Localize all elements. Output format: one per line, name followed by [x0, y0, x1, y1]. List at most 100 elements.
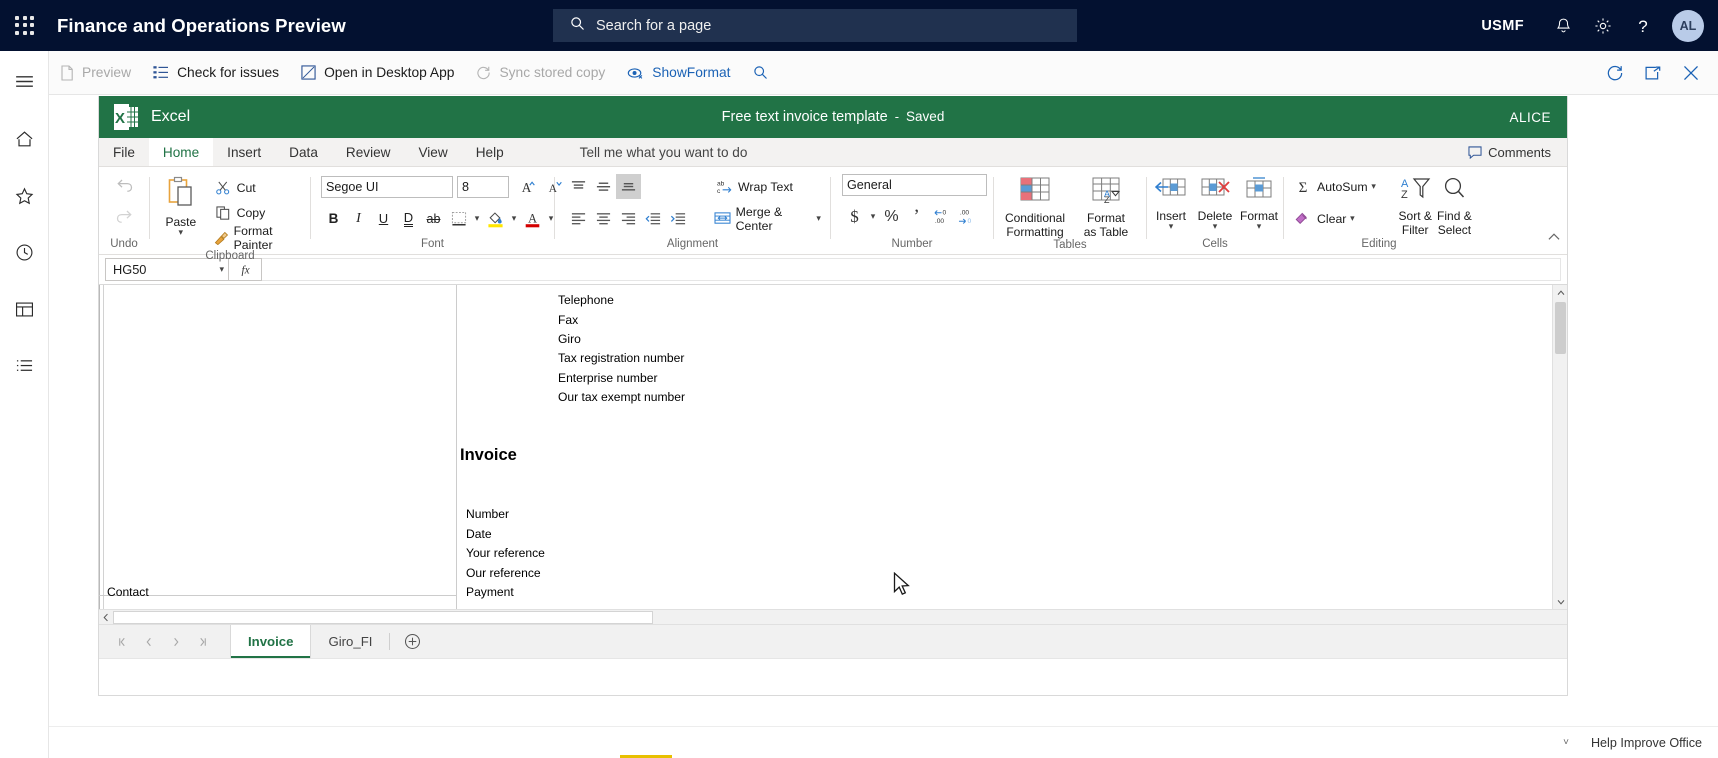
scroll-left-arrow-icon[interactable] [99, 610, 113, 624]
increase-font-size-button[interactable]: A [513, 174, 538, 199]
accounting-caret-icon[interactable]: ▾ [867, 211, 879, 222]
comments-button[interactable]: Comments [1460, 141, 1559, 164]
document-title[interactable]: Free text invoice template [722, 109, 888, 125]
paste-caret-icon[interactable]: ▾ [179, 228, 184, 237]
middle-align-button[interactable] [591, 174, 616, 199]
gear-icon[interactable] [1586, 9, 1620, 43]
scroll-up-arrow-icon[interactable] [1553, 285, 1567, 300]
merge-center-caret-icon[interactable]: ▾ [813, 213, 824, 224]
next-sheet-button[interactable] [162, 625, 189, 659]
accounting-format-button[interactable]: $ [842, 204, 867, 229]
sheet-tab-giro-fi[interactable]: Giro_FI [311, 625, 389, 658]
sheet-tab-invoice[interactable]: Invoice [230, 625, 312, 658]
open-in-desktop-app-button[interactable]: Open in Desktop App [290, 51, 465, 95]
strikethrough-button[interactable]: ab [421, 206, 446, 231]
clear-caret-icon[interactable]: ▾ [1346, 213, 1358, 224]
format-painter-button[interactable]: Format Painter [212, 224, 310, 252]
format-as-table-button[interactable]: A Z Format as Table [1071, 174, 1141, 239]
showformat-button[interactable]: ShowFormat [616, 51, 741, 95]
insert-caret-icon[interactable]: ▾ [1169, 222, 1174, 231]
tab-file[interactable]: File [99, 138, 149, 166]
horizontal-scrollbar-track[interactable] [113, 610, 1567, 624]
percent-format-button[interactable]: % [879, 204, 904, 229]
scroll-down-arrow-icon[interactable] [1553, 594, 1567, 609]
underline-button[interactable]: U [371, 206, 396, 231]
insert-cells-button[interactable]: Insert ▾ [1149, 174, 1193, 231]
close-icon[interactable] [1672, 51, 1710, 95]
tab-insert[interactable]: Insert [213, 138, 275, 166]
font-color-button[interactable]: A [520, 206, 545, 231]
sync-stored-copy-button[interactable]: Sync stored copy [465, 51, 616, 95]
vertical-scrollbar[interactable] [1552, 285, 1567, 609]
workspace-icon[interactable] [0, 288, 49, 331]
sheet-canvas[interactable]: Telephone Fax Giro Tax registration numb… [99, 285, 1567, 609]
delete-caret-icon[interactable]: ▾ [1213, 222, 1218, 231]
footer-chevron-icon[interactable]: ˅ [1563, 737, 1569, 748]
tab-home[interactable]: Home [148, 138, 214, 166]
home-icon[interactable] [0, 117, 49, 160]
preview-button[interactable]: Preview [49, 51, 142, 95]
chevron-down-icon[interactable]: ▾ [219, 264, 224, 275]
double-underline-button[interactable]: D [396, 206, 421, 231]
font-name-input[interactable] [321, 175, 453, 198]
tab-data[interactable]: Data [275, 138, 332, 166]
fill-color-caret-icon[interactable]: ▾ [508, 213, 520, 224]
horizontal-scrollbar-thumb[interactable] [113, 610, 653, 624]
top-align-button[interactable] [566, 174, 591, 199]
formula-input[interactable] [262, 258, 1561, 281]
format-cells-button[interactable]: Format ▾ [1237, 174, 1281, 231]
clear-button[interactable]: Clear ▾ [1292, 206, 1386, 231]
center-button[interactable] [591, 206, 616, 231]
wrap-text-button[interactable]: ab c Wrap Text [713, 174, 830, 199]
comma-style-button[interactable]: ’ [904, 204, 929, 229]
vertical-scrollbar-thumb[interactable] [1555, 302, 1566, 354]
autosum-caret-icon[interactable]: ▾ [1368, 181, 1380, 192]
number-format-input[interactable] [842, 174, 987, 196]
first-sheet-button[interactable] [108, 625, 135, 659]
borders-button[interactable] [446, 206, 471, 231]
sort-filter-button[interactable]: A Z Sort & Filter [1396, 174, 1435, 237]
autosum-button[interactable]: Σ AutoSum ▾ [1292, 174, 1386, 199]
delete-cells-button[interactable]: Delete ▾ [1193, 174, 1237, 231]
search-input[interactable]: Search for a page [553, 9, 1077, 42]
bold-button[interactable]: B [321, 206, 346, 231]
decrease-indent-button[interactable] [641, 206, 666, 231]
font-size-input[interactable] [457, 175, 509, 198]
align-left-button[interactable] [566, 206, 591, 231]
conditional-formatting-button[interactable]: Conditional Formatting [999, 174, 1071, 239]
paste-button[interactable]: Paste ▾ [158, 174, 204, 237]
list-icon[interactable] [0, 345, 49, 388]
italic-button[interactable]: I [346, 206, 371, 231]
tell-me-input[interactable]: Tell me what you want to do [566, 138, 762, 166]
app-launcher-icon[interactable] [15, 15, 35, 36]
previous-sheet-button[interactable] [135, 625, 162, 659]
company-label[interactable]: USMF [1481, 18, 1524, 34]
hamburger-icon[interactable] [0, 60, 49, 103]
tab-view[interactable]: View [404, 138, 461, 166]
refresh-icon[interactable] [1596, 51, 1634, 95]
bell-icon[interactable] [1546, 9, 1580, 43]
tab-review[interactable]: Review [332, 138, 405, 166]
clock-icon[interactable] [0, 231, 49, 274]
merge-center-button[interactable]: Merge & Center ▾ [713, 205, 830, 233]
command-search-button[interactable] [742, 51, 779, 95]
last-sheet-button[interactable] [189, 625, 216, 659]
increase-indent-button[interactable] [666, 206, 691, 231]
decrease-decimal-button[interactable]: .00 0 [954, 204, 979, 229]
increase-decimal-button[interactable]: 0.00 [929, 204, 954, 229]
horizontal-scrollbar[interactable] [99, 609, 1567, 624]
add-sheet-button[interactable] [390, 625, 434, 658]
fill-color-button[interactable] [483, 206, 508, 231]
redo-button[interactable] [112, 204, 137, 229]
copy-button[interactable]: Copy [212, 200, 310, 225]
borders-caret-icon[interactable]: ▾ [471, 213, 483, 224]
check-for-issues-button[interactable]: Check for issues [142, 51, 290, 95]
align-right-button[interactable] [616, 206, 641, 231]
tab-help[interactable]: Help [462, 138, 518, 166]
question-mark-icon[interactable]: ? [1626, 9, 1660, 43]
help-improve-office-link[interactable]: Help Improve Office [1591, 736, 1702, 750]
undo-button[interactable] [112, 173, 137, 198]
bottom-align-button[interactable] [616, 174, 641, 199]
popout-icon[interactable] [1634, 51, 1672, 95]
format-caret-icon[interactable]: ▾ [1257, 222, 1262, 231]
